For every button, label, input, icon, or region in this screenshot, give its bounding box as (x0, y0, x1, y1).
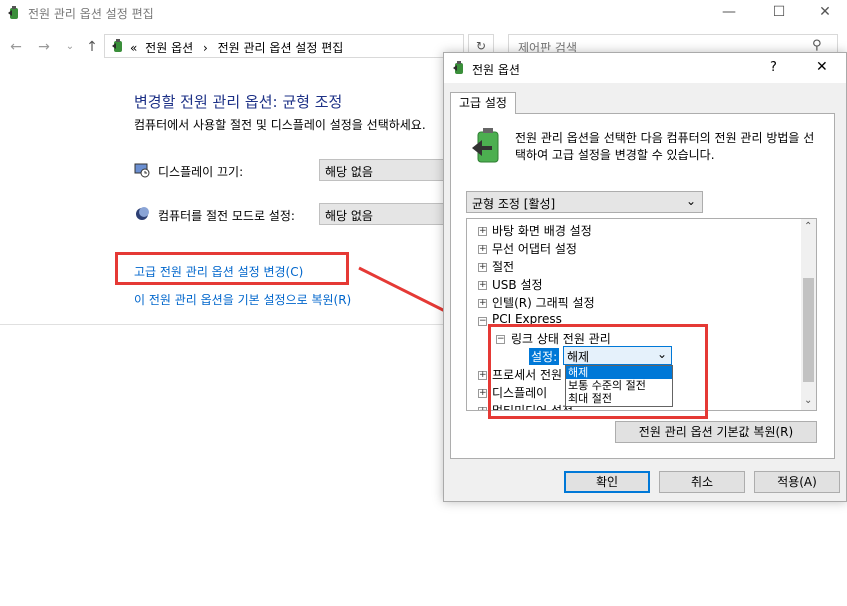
display-clock-icon (134, 163, 150, 178)
breadcrumb-separator: › (202, 41, 208, 55)
page-subtitle: 컴퓨터에서 사용할 절전 및 디스플레이 설정을 선택하세요. (134, 118, 426, 132)
sleep-label: 컴퓨터를 절전 모드로 설정: (158, 209, 295, 223)
power-plan-select[interactable]: 균형 조정 [활성] ⌄ (466, 191, 703, 213)
expand-icon[interactable]: + (478, 281, 487, 290)
ok-button[interactable]: 확인 (564, 471, 650, 493)
sleep-select[interactable]: 해당 없음 (319, 203, 449, 225)
expand-icon[interactable]: + (478, 245, 487, 254)
cancel-button[interactable]: 취소 (659, 471, 745, 493)
search-icon[interactable]: ⚲ (812, 38, 822, 53)
tab-advanced-settings[interactable]: 고급 설정 (450, 92, 516, 114)
close-button[interactable]: ✕ (803, 2, 847, 24)
sleep-moon-icon (136, 207, 149, 220)
chevron-down-icon: ⌄ (685, 194, 696, 208)
annotation-box (115, 252, 349, 285)
display-off-select[interactable]: 해당 없음 (319, 159, 449, 181)
expand-icon[interactable]: + (478, 407, 487, 410)
breadcrumb-edit-plan[interactable]: 전원 관리 옵션 설정 편집 (218, 41, 344, 55)
breadcrumb-overflow[interactable]: « (130, 41, 137, 55)
expand-icon[interactable]: + (478, 371, 487, 380)
battery-plug-icon (472, 128, 499, 163)
scroll-down-icon[interactable]: ⌄ (804, 395, 812, 406)
expand-icon[interactable]: + (478, 299, 487, 308)
dialog-close-button[interactable]: ✕ (816, 59, 828, 75)
main-window-title: 전원 관리 옵션 설정 편집 (28, 7, 154, 21)
restore-plan-defaults-button[interactable]: 전원 관리 옵션 기본값 복원(R) (615, 421, 817, 443)
scrollbar-thumb[interactable] (803, 278, 814, 382)
expand-icon[interactable]: + (478, 263, 487, 272)
breadcrumb-power-options[interactable]: 전원 옵션 (145, 41, 193, 55)
power-options-icon (453, 61, 463, 74)
tree-item-desktop-background[interactable]: 바탕 화면 배경 설정 (492, 222, 592, 239)
collapse-icon[interactable]: − (478, 317, 487, 326)
back-arrow-icon[interactable]: ← (6, 36, 26, 58)
recent-locations-icon[interactable]: ⌄ (60, 36, 80, 58)
expand-icon[interactable]: + (478, 389, 487, 398)
breadcrumb: « 전원 옵션 › 전원 관리 옵션 설정 편집 (130, 39, 343, 56)
expand-icon[interactable]: + (478, 227, 487, 236)
power-options-icon (8, 6, 18, 19)
scroll-up-icon[interactable]: ⌃ (804, 221, 812, 232)
page-title: 변경할 전원 관리 옵션: 균형 조정 (134, 93, 343, 111)
dialog-description: 전원 관리 옵션을 선택한 다음 컴퓨터의 전원 관리 방법을 선택하여 고급 … (515, 131, 815, 162)
up-arrow-icon[interactable]: ↑ (82, 36, 102, 58)
tree-item-wireless-adapter[interactable]: 무선 어댑터 설정 (492, 240, 577, 257)
apply-button[interactable]: 적용(A) (754, 471, 840, 493)
display-off-label: 디스플레이 끄기: (158, 165, 244, 179)
forward-arrow-icon[interactable]: → (34, 36, 54, 58)
tree-item-sleep[interactable]: 절전 (492, 258, 514, 275)
power-options-icon (112, 39, 122, 52)
maximize-button[interactable]: ☐ (757, 2, 801, 24)
power-plan-value: 균형 조정 [활성] (472, 197, 556, 211)
dialog-title: 전원 옵션 (472, 63, 520, 77)
tree-item-intel-graphics[interactable]: 인텔(R) 그래픽 설정 (492, 294, 595, 311)
restore-defaults-link[interactable]: 이 전원 관리 옵션을 기본 설정으로 복원(R) (134, 291, 351, 308)
annotation-box (488, 324, 708, 419)
tree-item-usb-settings[interactable]: USB 설정 (492, 276, 543, 293)
help-button[interactable]: ? (770, 60, 777, 75)
minimize-button[interactable]: — (707, 2, 751, 24)
